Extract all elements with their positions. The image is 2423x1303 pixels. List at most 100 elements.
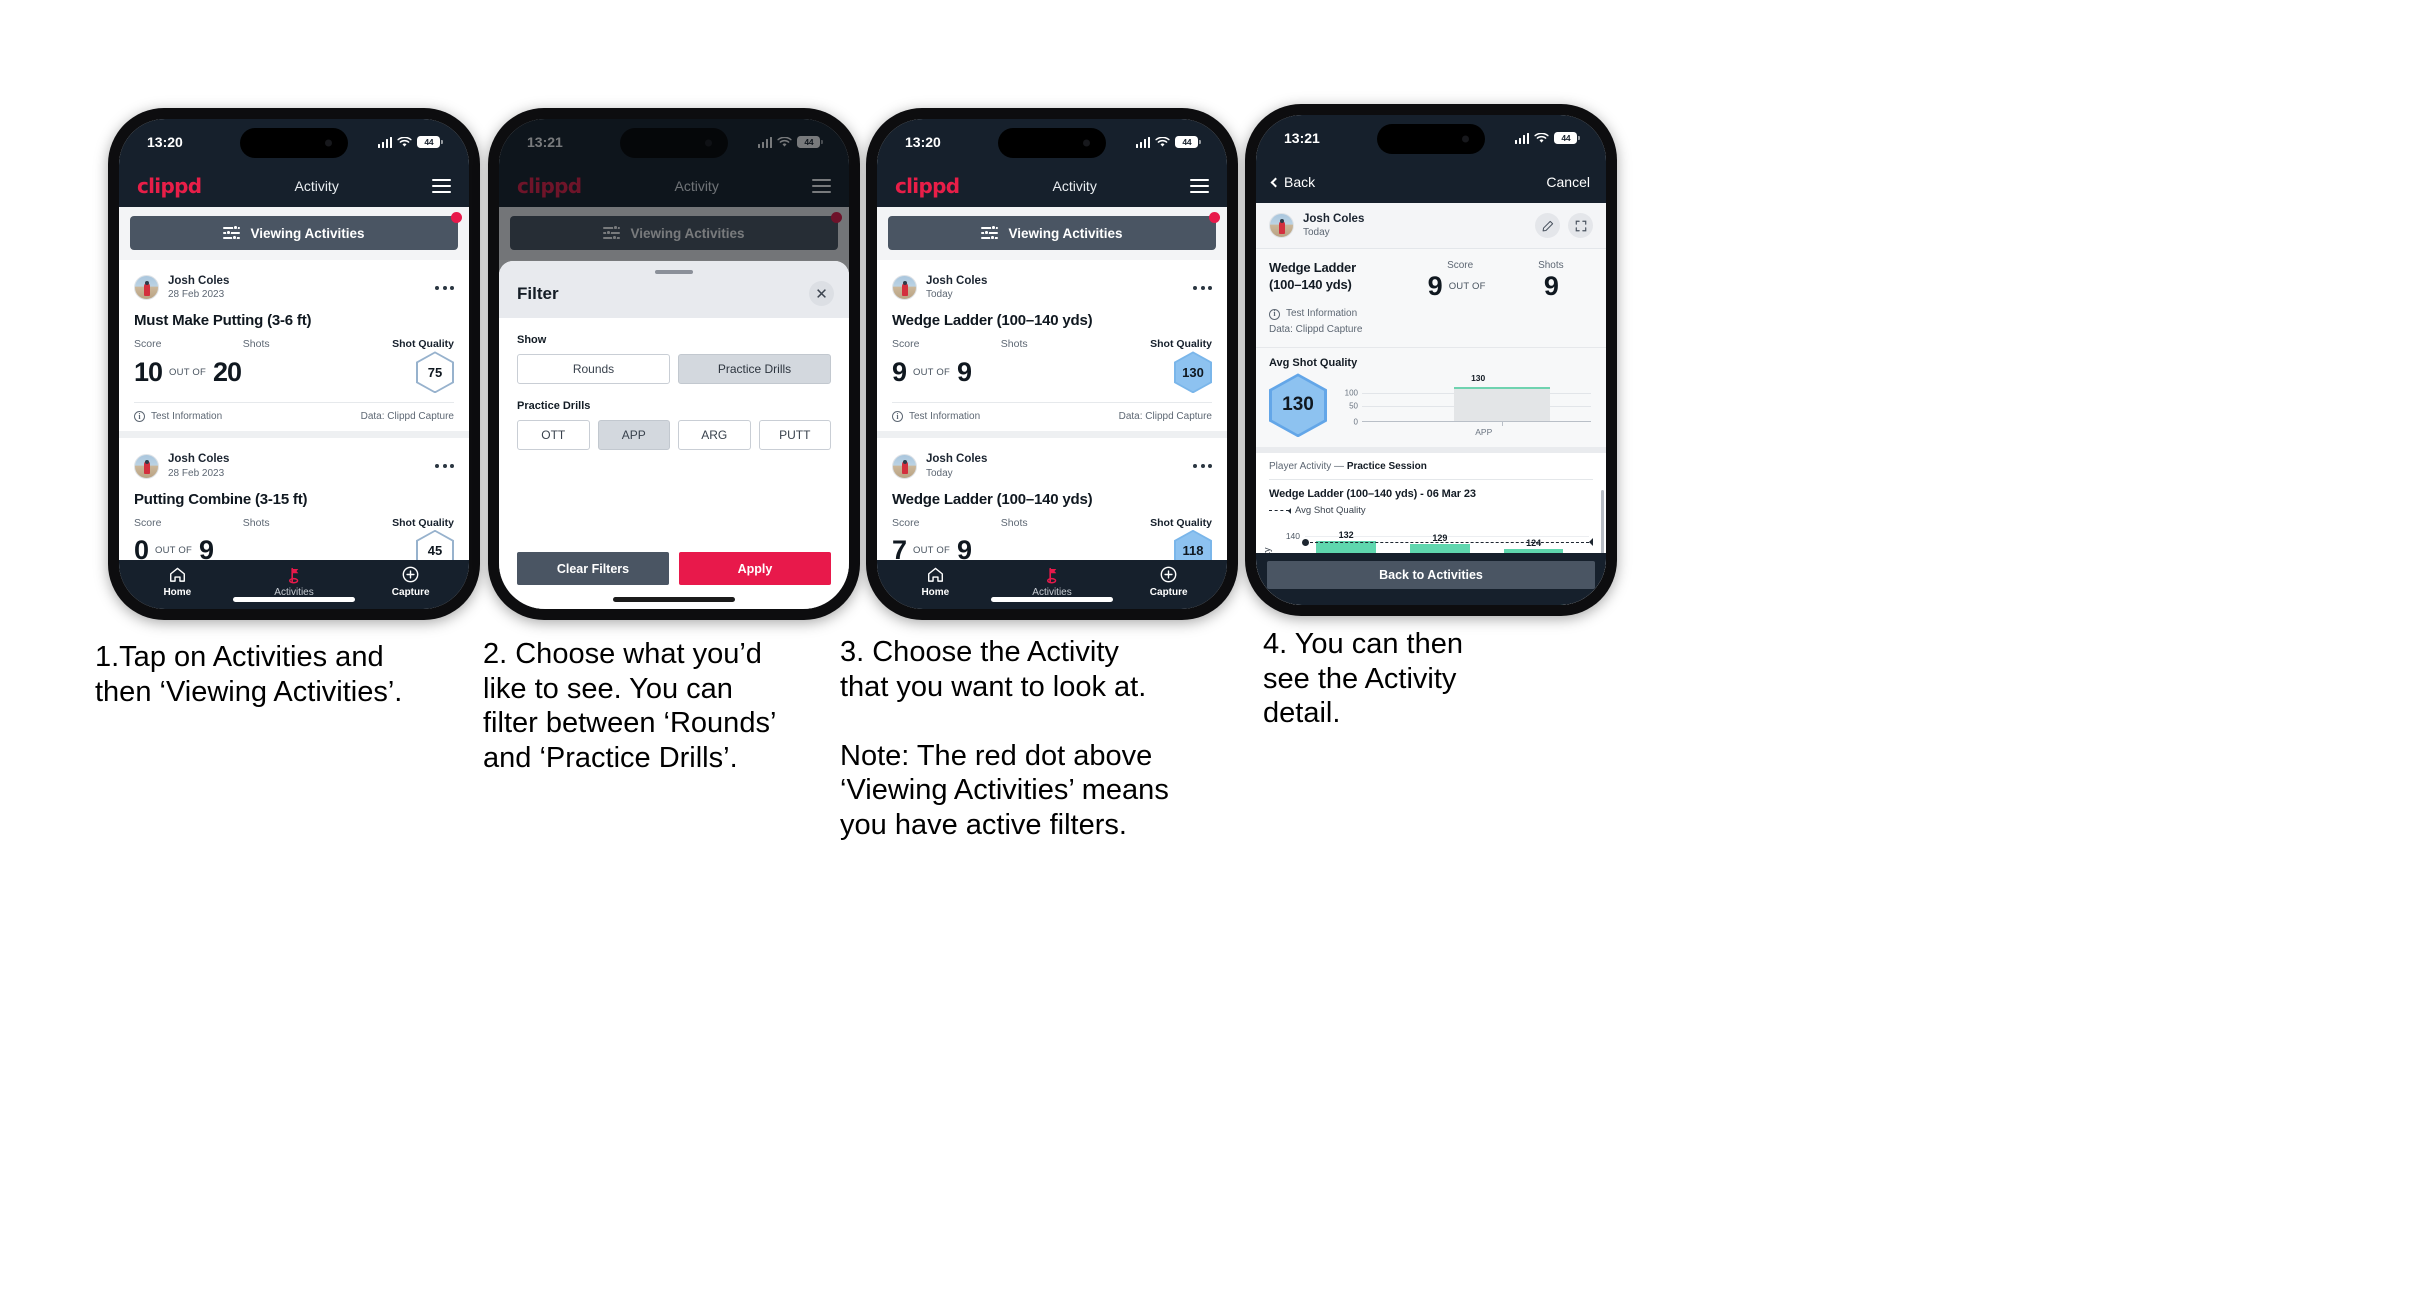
avg-shot-quality-line [1302, 538, 1593, 547]
plus-circle-icon [1110, 566, 1227, 584]
shot-quality-value: 45 [418, 531, 452, 560]
battery-level: 44 [1554, 132, 1578, 144]
chart-ytick: 140 [1285, 530, 1300, 541]
avg-shot-quality-value: 130 [1272, 376, 1324, 435]
info-icon: i [134, 411, 145, 423]
more-options-icon[interactable] [1193, 464, 1212, 469]
show-option-practice-drills[interactable]: Practice Drills [678, 354, 831, 384]
show-toggle-group: Rounds Practice Drills [517, 354, 831, 384]
player-activity-type: Practice Session [1346, 461, 1427, 473]
tab-capture[interactable]: Capture [352, 566, 469, 598]
apply-button[interactable]: Apply [679, 552, 831, 585]
hamburger-icon[interactable] [431, 179, 451, 193]
shots-label: Shots [242, 338, 270, 351]
activity-card[interactable]: Josh Coles Today Wedge Ladder (100–140 y… [877, 260, 1227, 432]
drill-chip-arg[interactable]: ARG [678, 420, 751, 450]
activity-card[interactable]: Josh Coles 28 Feb 2023 Putting Combine (… [119, 438, 469, 560]
score-value: 9 [892, 356, 907, 387]
tab-label: Activities [1032, 586, 1072, 598]
player-activity-prefix: Player Activity — [1269, 461, 1347, 473]
tab-home[interactable]: Home [119, 566, 236, 598]
activity-date: Today [926, 289, 953, 301]
score-label: Score [134, 338, 162, 351]
test-information-label: Test Information [909, 411, 981, 423]
battery-icon: 44 [1175, 136, 1201, 148]
player-activity-row: Player Activity — Practice Session [1256, 453, 1606, 481]
tab-activities[interactable]: Activities [236, 566, 353, 598]
more-options-icon[interactable] [435, 464, 454, 469]
cancel-button[interactable]: Cancel [1546, 174, 1590, 190]
shot-quality-value: 118 [1176, 531, 1210, 560]
more-options-icon[interactable] [1193, 285, 1212, 290]
cellular-signal-icon [377, 136, 393, 148]
phone-1: 13:20 44 clippd Activity Viewing Activit… [108, 108, 480, 620]
phone-3: 13:20 44 clippd Activity Viewing Activit… [866, 108, 1238, 620]
viewing-activities-button[interactable]: Viewing Activities [130, 216, 458, 250]
out-of-label: OUT OF [1448, 281, 1486, 293]
avg-line-swatch [1269, 507, 1291, 514]
user-name: Josh Coles [926, 453, 988, 466]
shot-quality-value: 75 [418, 353, 452, 392]
shots-value: 9 [956, 356, 972, 387]
shot-quality-value: 130 [1176, 353, 1210, 392]
active-filters-badge [451, 212, 462, 223]
shot-quality-label: Shot Quality [1150, 516, 1212, 529]
viewing-activities-label: Viewing Activities [1008, 225, 1123, 241]
cellular-signal-icon [1514, 132, 1530, 144]
app-bar-3: clippd Activity [877, 165, 1227, 207]
activity-feed-1[interactable]: Josh Coles 28 Feb 2023 Must Make Putting… [119, 260, 469, 560]
home-icon [119, 566, 236, 584]
drill-chip-putt[interactable]: PUTT [758, 420, 831, 450]
viewing-activities-label: Viewing Activities [250, 225, 365, 241]
tab-home[interactable]: Home [877, 566, 994, 598]
sheet-grabber[interactable] [655, 270, 693, 274]
status-time: 13:20 [147, 134, 183, 150]
active-filters-badge [1209, 212, 1220, 223]
tab-capture[interactable]: Capture [1110, 566, 1227, 598]
viewing-activities-bar-1: Viewing Activities [119, 207, 469, 260]
drill-chip-app[interactable]: APP [597, 420, 670, 450]
hamburger-icon[interactable] [1189, 179, 1209, 193]
detail-user-row: Josh Coles Today [1256, 203, 1606, 250]
show-group-label: Show [517, 334, 547, 346]
mini-chart-data-label: 130 [1471, 373, 1486, 384]
clippd-logo: clippd [137, 174, 202, 198]
tab-label: Home [921, 586, 950, 598]
detail-activity-name-line2: (100–140 yds) [1269, 277, 1352, 292]
battery-icon: 44 [417, 136, 443, 148]
expand-icon[interactable] [1568, 213, 1593, 239]
tab-label: Capture [1149, 586, 1188, 598]
activity-card[interactable]: Josh Coles Today Wedge Ladder (100–140 y… [877, 438, 1227, 560]
chart-bar-value: 132 [1338, 530, 1354, 541]
avatar [892, 453, 917, 479]
user-name: Josh Coles [926, 275, 988, 287]
activity-card[interactable]: Josh Coles 28 Feb 2023 Must Make Putting… [119, 260, 469, 432]
caption-step-1: 1.Tap on Activities and then ‘Viewing Ac… [95, 641, 403, 708]
viewing-activities-button[interactable]: Viewing Activities [888, 216, 1216, 250]
close-icon[interactable]: ✕ [809, 281, 834, 306]
shot-quality-hex: 130 [1174, 351, 1212, 394]
filter-sheet: Filter ✕ Show Rounds Practice Drills Pra… [499, 261, 849, 609]
activity-title: Wedge Ladder (100–140 yds) [892, 312, 1093, 330]
avg-shot-quality-title: Avg Shot Quality [1269, 357, 1358, 370]
tab-activities[interactable]: Activities [994, 566, 1111, 598]
chevron-left-icon [1270, 177, 1281, 187]
score-label: Score [134, 516, 162, 529]
clear-filters-button[interactable]: Clear Filters [517, 552, 669, 585]
back-to-activities-button[interactable]: Back to Activities [1267, 561, 1595, 589]
info-icon: i [1269, 308, 1280, 320]
pencil-icon[interactable] [1535, 213, 1560, 239]
tab-label: Home [163, 586, 192, 598]
score-value: 10 [134, 356, 163, 387]
more-options-icon[interactable] [435, 285, 454, 290]
viewing-activities-bar-3: Viewing Activities [877, 207, 1227, 260]
show-option-rounds[interactable]: Rounds [517, 354, 670, 384]
detail-activity-name-line1: Wedge Ladder [1269, 260, 1356, 276]
legend-label: Avg Shot Quality [1295, 505, 1366, 517]
app-bar-1: clippd Activity [119, 165, 469, 207]
activity-feed-3[interactable]: Josh Coles Today Wedge Ladder (100–140 y… [877, 260, 1227, 560]
drill-chip-ott[interactable]: OTT [517, 420, 590, 450]
avatar [134, 453, 159, 479]
back-button[interactable]: Back [1270, 174, 1315, 190]
user-name: Josh Coles [168, 453, 230, 466]
